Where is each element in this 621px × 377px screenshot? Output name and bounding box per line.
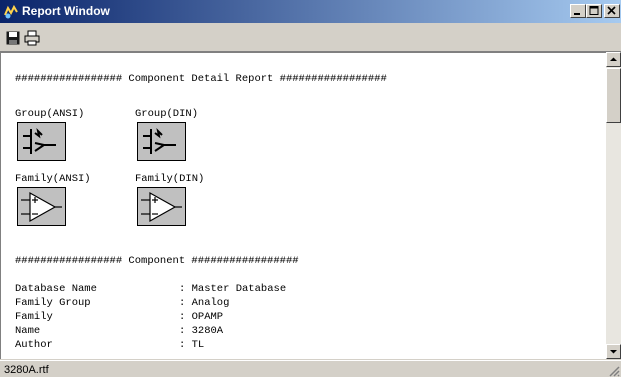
family-din-symbol [137, 187, 186, 226]
maximize-button[interactable] [586, 4, 602, 18]
status-bar: 3280A.rtf [0, 360, 621, 377]
field-name: Family [15, 311, 53, 323]
close-icon [607, 6, 616, 15]
report-header: ################# Component Detail Repor… [15, 73, 387, 85]
printer-icon [24, 30, 40, 46]
family-ansi-symbol [17, 187, 66, 226]
resize-grip-icon[interactable] [608, 365, 620, 377]
save-button[interactable] [5, 30, 21, 46]
minimize-button[interactable] [570, 4, 586, 18]
field-name: Family Group [15, 297, 91, 309]
report-document[interactable]: ################# Component Detail Repor… [0, 52, 606, 359]
group-din-symbol [137, 122, 186, 161]
print-button[interactable] [24, 30, 40, 46]
field-value: : OPAMP [179, 311, 224, 323]
arrow-up-icon [610, 57, 617, 61]
report-window: Report Window ################# Componen… [0, 0, 621, 377]
scroll-up-button[interactable] [606, 52, 621, 67]
field-value: : TL [179, 339, 205, 351]
field-value: : Analog [179, 297, 230, 309]
symbol-label-family-din: Family(DIN) [135, 173, 205, 185]
component-header: ################# Component ############… [15, 255, 299, 267]
app-icon[interactable] [3, 4, 19, 20]
title-bar[interactable]: Report Window [0, 0, 621, 23]
close-button[interactable] [604, 4, 620, 18]
field-value: : 3280A [179, 325, 224, 337]
symbol-label-family-ansi: Family(ANSI) [15, 173, 91, 185]
scroll-down-button[interactable] [606, 344, 621, 359]
status-filename: 3280A.rtf [4, 364, 49, 376]
arrow-down-icon [610, 350, 617, 354]
toolbar [0, 24, 621, 52]
symbol-label-group-din: Group(DIN) [135, 108, 199, 120]
window-title: Report Window [22, 4, 110, 18]
group-ansi-symbol [17, 122, 66, 161]
field-name: Author [15, 339, 53, 351]
minimize-icon [574, 13, 580, 15]
vertical-scrollbar[interactable] [606, 52, 621, 359]
symbol-label-group-ansi: Group(ANSI) [15, 108, 85, 120]
maximize-icon [589, 6, 599, 15]
field-name: Name [15, 325, 41, 337]
save-disk-icon [6, 31, 20, 45]
scroll-thumb[interactable] [606, 68, 621, 123]
field-value: : Master Database [179, 283, 287, 295]
field-name: Database Name [15, 283, 97, 295]
